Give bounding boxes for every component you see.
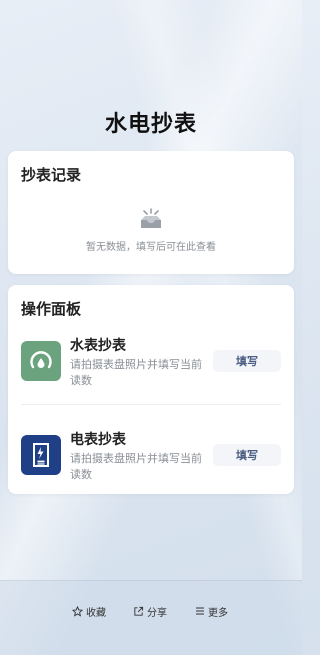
share-label: 分享 bbox=[147, 607, 167, 619]
electric-meter-fill-button[interactable]: 填写 bbox=[213, 444, 281, 466]
records-card: 抄表记录 暂无数据，填写后可在此查看 bbox=[8, 151, 294, 274]
operation-panel-card: 操作面板 水表抄表 请拍摄表盘照片并填写当前读数 填写 电表抄表 请拍摄表盘照片… bbox=[8, 285, 294, 494]
favorite-label: 收藏 bbox=[86, 607, 106, 619]
favorite-button[interactable]: 收藏 bbox=[72, 603, 106, 619]
water-meter-icon bbox=[21, 341, 61, 381]
electric-meter-item: 电表抄表 请拍摄表盘照片并填写当前读数 填写 bbox=[21, 429, 281, 487]
water-meter-item: 水表抄表 请拍摄表盘照片并填写当前读数 填写 bbox=[21, 335, 281, 393]
empty-state-text: 暂无数据，填写后可在此查看 bbox=[86, 242, 216, 253]
more-button[interactable]: 更多 bbox=[195, 603, 228, 619]
empty-inbox-icon bbox=[139, 208, 163, 230]
share-button[interactable]: 分享 bbox=[133, 603, 167, 619]
page-title: 水电抄表 bbox=[104, 112, 197, 137]
water-meter-fill-button[interactable]: 填写 bbox=[213, 350, 281, 372]
operation-panel-title: 操作面板 bbox=[21, 300, 82, 318]
more-label: 更多 bbox=[208, 607, 228, 619]
panel-divider bbox=[21, 404, 281, 405]
water-meter-title: 水表抄表 bbox=[70, 338, 126, 354]
water-meter-description: 请拍摄表盘照片并填写当前读数 bbox=[70, 358, 202, 387]
menu-icon bbox=[196, 607, 204, 615]
electric-meter-description: 请拍摄表盘照片并填写当前读数 bbox=[70, 452, 202, 481]
star-icon bbox=[72, 605, 83, 617]
electric-meter-title: 电表抄表 bbox=[70, 432, 126, 448]
share-icon bbox=[134, 606, 144, 616]
bottom-action-bar: 收藏 分享 更多 bbox=[0, 580, 302, 655]
records-card-title: 抄表记录 bbox=[21, 166, 82, 184]
electric-meter-icon bbox=[21, 435, 61, 475]
